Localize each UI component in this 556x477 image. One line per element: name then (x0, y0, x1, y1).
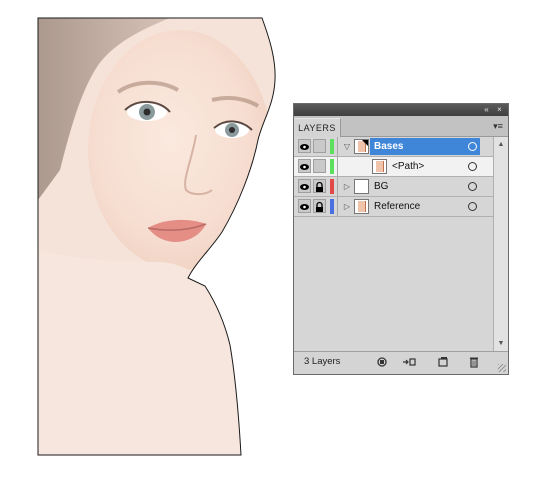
layer-row-path[interactable]: <Path> (294, 157, 493, 177)
expand-triangle-closed-icon[interactable]: ▷ (342, 201, 352, 213)
new-layer-icon[interactable] (436, 356, 450, 369)
panel-titlebar[interactable]: « × (294, 104, 508, 116)
layer-row-reference[interactable]: ▷ Reference (294, 197, 493, 217)
portrait-photo (37, 17, 276, 456)
layer-color-swatch (330, 199, 334, 214)
portrait-thumb-icon (354, 139, 369, 154)
tab-layers[interactable]: LAYERS (294, 118, 341, 137)
layer-name[interactable]: <Path> (392, 160, 424, 174)
lock-icon[interactable] (313, 179, 326, 193)
panel-menu-icon[interactable]: ▾≡ (491, 120, 505, 132)
expand-triangle-closed-icon[interactable]: ▷ (342, 181, 352, 193)
portrait-thumb-icon (354, 199, 369, 214)
layers-panel: « × LAYERS ▾≡ ▽ Bases <Path> ▷ BG ▷ Refe… (293, 103, 509, 375)
layer-count-label: 3 Layers (304, 356, 341, 367)
panel-tab-row: LAYERS ▾≡ (294, 116, 508, 137)
panel-footer: 3 Layers (294, 351, 508, 374)
create-sublayer-icon[interactable] (402, 356, 416, 369)
column-divider (337, 177, 338, 196)
target-circle-icon[interactable] (468, 202, 477, 211)
visibility-eye-icon[interactable] (298, 159, 311, 173)
layers-list: ▽ Bases <Path> ▷ BG ▷ Reference (294, 137, 493, 352)
layer-color-swatch (330, 179, 334, 194)
layers-scrollbar[interactable]: ▲ ▼ (493, 137, 508, 352)
layer-row-bg[interactable]: ▷ BG (294, 177, 493, 197)
lock-toggle-empty[interactable] (313, 139, 326, 153)
layer-name[interactable]: Reference (374, 200, 420, 214)
trash-icon[interactable] (467, 356, 481, 369)
layer-color-swatch (330, 139, 334, 154)
resize-grip[interactable] (498, 364, 506, 372)
expand-triangle-open-icon[interactable]: ▽ (342, 141, 352, 153)
layer-name[interactable]: BG (374, 180, 388, 194)
visibility-eye-icon[interactable] (298, 179, 311, 193)
column-divider (337, 137, 338, 156)
column-divider (337, 157, 338, 176)
blank-thumb-icon (354, 179, 369, 194)
scroll-down-arrow-icon[interactable]: ▼ (496, 339, 506, 349)
column-divider (337, 197, 338, 216)
visibility-eye-icon[interactable] (298, 139, 311, 153)
close-panel-icon[interactable]: × (494, 104, 505, 116)
layer-row-bases[interactable]: ▽ Bases (294, 137, 493, 157)
target-circle-icon[interactable] (468, 182, 477, 191)
make-clipping-mask-icon[interactable] (375, 356, 389, 369)
target-circle-icon[interactable] (468, 142, 477, 151)
layer-name[interactable]: Bases (370, 138, 480, 155)
collapse-panel-icon[interactable]: « (481, 104, 492, 116)
artboard-canvas[interactable] (0, 0, 290, 472)
portrait-thumb-icon (372, 159, 387, 174)
target-circle-icon[interactable] (468, 162, 477, 171)
visibility-eye-icon[interactable] (298, 199, 311, 213)
scroll-up-arrow-icon[interactable]: ▲ (496, 140, 506, 150)
lock-icon[interactable] (313, 199, 326, 213)
selection-corner-mark (362, 140, 368, 146)
lock-toggle-empty[interactable] (313, 159, 326, 173)
layer-color-swatch (330, 159, 334, 174)
